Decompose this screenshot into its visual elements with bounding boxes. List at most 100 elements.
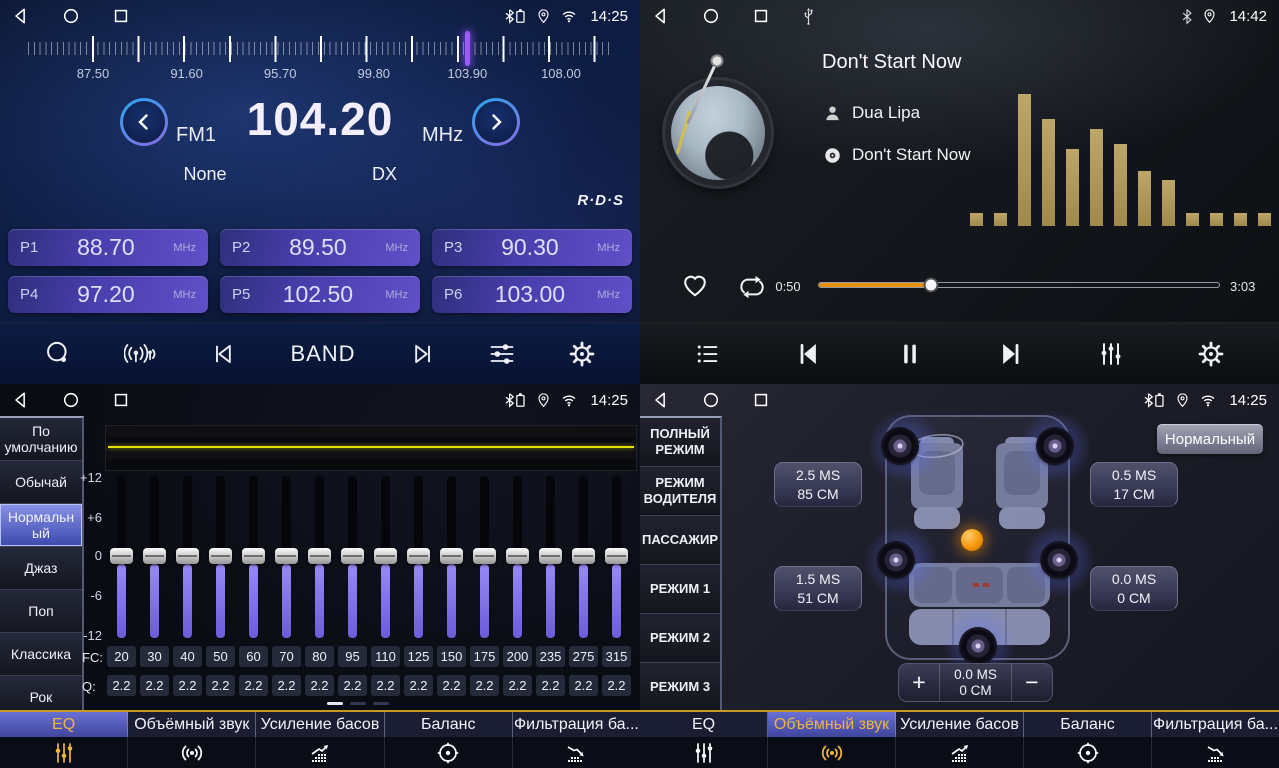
slider-track[interactable] — [315, 476, 324, 638]
surround-mode-item[interactable]: РЕЖИМ 3 — [640, 663, 720, 710]
eq-preset-item[interactable]: Классика — [0, 633, 82, 676]
eq-band-slider[interactable] — [336, 476, 369, 640]
preset-button[interactable]: P6 103.00 MHz — [432, 276, 632, 313]
balance-tab-icon[interactable] — [1024, 737, 1152, 768]
recents-icon[interactable] — [112, 391, 130, 409]
slider-knob[interactable] — [242, 548, 265, 564]
next-station-button[interactable] — [408, 340, 436, 368]
slider-track[interactable] — [216, 476, 225, 638]
eq-tab-icon[interactable] — [0, 737, 128, 768]
slider-track[interactable] — [183, 476, 192, 638]
q-value[interactable]: 2.2 — [239, 675, 268, 696]
eq-preset-item[interactable]: По умолчанию — [0, 418, 82, 461]
eq-band-slider[interactable] — [270, 476, 303, 640]
back-icon[interactable] — [12, 391, 30, 409]
broadcast-icon[interactable] — [124, 341, 158, 367]
bass-boost-tab-icon[interactable] — [896, 737, 1024, 768]
back-icon[interactable] — [12, 7, 30, 25]
surround-mode-item[interactable]: РЕЖИМ ВОДИТЕЛЯ — [640, 467, 720, 516]
preset-button[interactable]: P2 89.50 MHz — [220, 229, 420, 266]
surround-mode-item[interactable]: РЕЖИМ 1 — [640, 565, 720, 614]
home-icon[interactable] — [702, 391, 720, 409]
fc-value[interactable]: 200 — [503, 646, 532, 667]
home-icon[interactable] — [702, 7, 720, 25]
eq-band-slider[interactable] — [402, 476, 435, 640]
q-value[interactable]: 2.2 — [305, 675, 334, 696]
slider-knob[interactable] — [176, 548, 199, 564]
bass-boost-tab-icon[interactable] — [256, 737, 384, 768]
fc-value[interactable]: 70 — [272, 646, 301, 667]
slider-knob[interactable] — [473, 548, 496, 564]
filter-tab-icon[interactable] — [513, 737, 640, 768]
fc-value[interactable]: 125 — [404, 646, 433, 667]
eq-band-slider[interactable] — [171, 476, 204, 640]
eq-band-slider[interactable] — [303, 476, 336, 640]
slider-knob[interactable] — [374, 548, 397, 564]
pause-button[interactable] — [896, 340, 924, 368]
balance-tab-icon[interactable] — [385, 737, 513, 768]
back-icon[interactable] — [652, 391, 670, 409]
q-value[interactable]: 2.2 — [173, 675, 202, 696]
recents-icon[interactable] — [752, 391, 770, 409]
eq-preset-item[interactable]: Нормальный — [0, 504, 82, 547]
surround-tab-icon[interactable] — [128, 737, 256, 768]
previous-track-button[interactable] — [794, 339, 824, 369]
eq-preset-item[interactable]: Поп — [0, 590, 82, 633]
eq-band-slider[interactable] — [567, 476, 600, 640]
eq-preset-item[interactable]: Рок — [0, 676, 82, 710]
q-value[interactable]: 2.2 — [503, 675, 532, 696]
delay-rear-left-button[interactable]: 1.5 MS 51 CM — [774, 566, 862, 611]
q-value[interactable]: 2.2 — [272, 675, 301, 696]
fc-value[interactable]: 60 — [239, 646, 268, 667]
fc-value[interactable]: 150 — [437, 646, 466, 667]
slider-track[interactable] — [348, 476, 357, 638]
slider-track[interactable] — [579, 476, 588, 638]
eq-band-slider[interactable] — [435, 476, 468, 640]
delay-front-right-button[interactable]: 0.5 MS 17 CM — [1090, 462, 1178, 507]
speaker-rear-left-icon[interactable] — [879, 543, 913, 577]
slider-track[interactable] — [447, 476, 456, 638]
slider-knob[interactable] — [308, 548, 331, 564]
delay-front-left-button[interactable]: 2.5 MS 85 CM — [774, 462, 862, 507]
slider-knob[interactable] — [341, 548, 364, 564]
fc-value[interactable]: 235 — [536, 646, 565, 667]
q-value[interactable]: 2.2 — [107, 675, 136, 696]
next-track-button[interactable] — [995, 339, 1025, 369]
progress-bar[interactable] — [818, 282, 1220, 288]
slider-track[interactable] — [480, 476, 489, 638]
slider-knob[interactable] — [572, 548, 595, 564]
speaker-rear-right-icon[interactable] — [1042, 543, 1076, 577]
q-value[interactable]: 2.2 — [404, 675, 433, 696]
tab-eq[interactable]: EQ — [0, 712, 128, 737]
surround-mode-item[interactable]: ПОЛНЫЙ РЕЖИМ — [640, 418, 720, 467]
q-value[interactable]: 2.2 — [140, 675, 169, 696]
q-value[interactable]: 2.2 — [470, 675, 499, 696]
slider-knob[interactable] — [110, 548, 133, 564]
tab-balance[interactable]: Баланс — [1024, 712, 1152, 737]
slider-track[interactable] — [612, 476, 621, 638]
slider-track[interactable] — [150, 476, 159, 638]
slider-knob[interactable] — [209, 548, 232, 564]
tab-surround[interactable]: Объёмный звук — [768, 712, 896, 737]
band-button[interactable]: BAND — [290, 341, 355, 367]
surround-mode-item[interactable]: ПАССАЖИР — [640, 516, 720, 565]
slider-knob[interactable] — [143, 548, 166, 564]
frequency-dial[interactable]: 87.5091.6095.7099.80103.90108.00 — [0, 36, 640, 82]
slider-track[interactable] — [117, 476, 126, 638]
q-value[interactable]: 2.2 — [206, 675, 235, 696]
tab-balance[interactable]: Баланс — [385, 712, 513, 737]
fc-value[interactable]: 315 — [602, 646, 631, 667]
scan-button[interactable] — [44, 340, 72, 368]
home-icon[interactable] — [62, 391, 80, 409]
previous-station-button[interactable] — [210, 340, 238, 368]
eq-band-slider[interactable] — [105, 476, 138, 640]
eq-tab-icon[interactable] — [640, 737, 768, 768]
fc-value[interactable]: 110 — [371, 646, 400, 667]
eq-band-slider[interactable] — [369, 476, 402, 640]
recents-icon[interactable] — [752, 7, 770, 25]
favorite-icon[interactable] — [680, 271, 710, 304]
fc-value[interactable]: 95 — [338, 646, 367, 667]
tab-surround[interactable]: Объёмный звук — [128, 712, 256, 737]
fc-value[interactable]: 175 — [470, 646, 499, 667]
album-art[interactable] — [665, 80, 771, 186]
